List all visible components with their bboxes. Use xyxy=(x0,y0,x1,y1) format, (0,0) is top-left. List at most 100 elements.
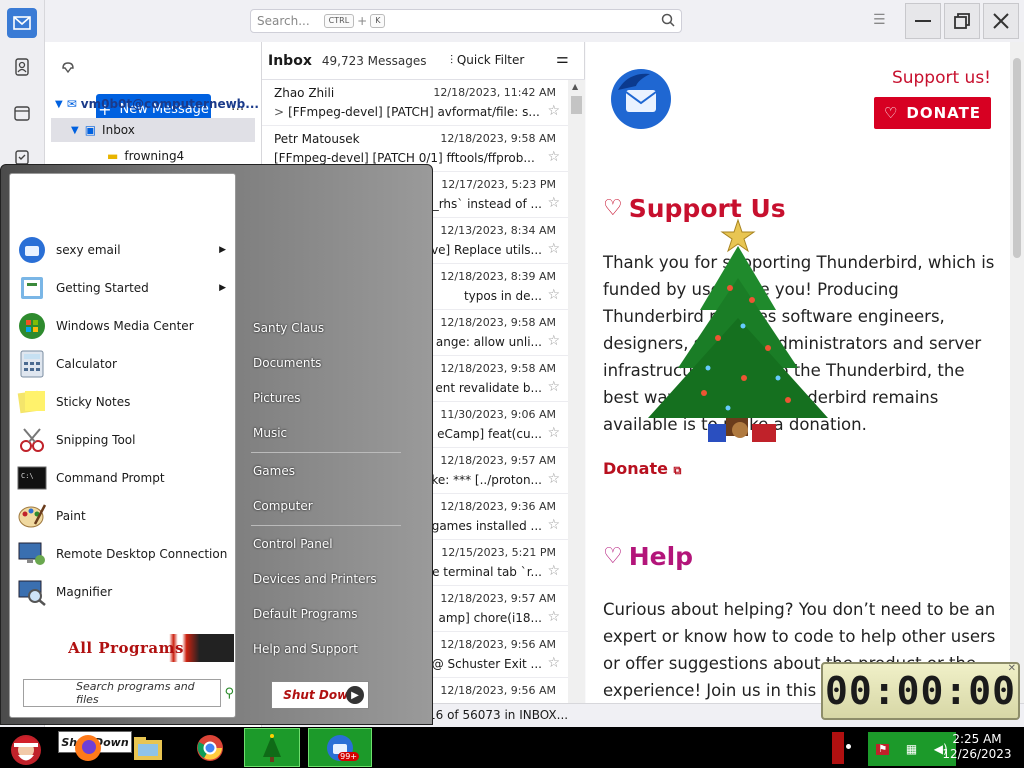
star-icon[interactable]: ☆ xyxy=(547,333,560,349)
program-snipping-tool[interactable]: Snipping Tool xyxy=(16,422,232,458)
inbox-icon: ▣ xyxy=(84,123,97,137)
start-search-input[interactable]: Search programs and files ⚲ xyxy=(23,679,234,707)
scrollbar-thumb[interactable] xyxy=(1013,58,1021,258)
start-button[interactable] xyxy=(4,728,48,768)
search-icon[interactable]: ⚲ xyxy=(224,686,234,701)
scrollbar-thumb[interactable] xyxy=(571,96,582,114)
folder-inbox[interactable]: ▼ ▣ Inbox xyxy=(51,118,255,142)
place-games[interactable]: Games xyxy=(253,464,295,478)
program-label: Windows Media Center xyxy=(56,319,194,333)
calendar-space-button[interactable] xyxy=(7,98,37,128)
place-documents[interactable]: Documents xyxy=(253,356,321,370)
star-icon[interactable]: ☆ xyxy=(547,149,560,165)
taskbar-clock[interactable]: 2:25 AM 12/26/2023 xyxy=(942,732,1012,762)
title-bar: Search... CTRL + K ☰ xyxy=(45,0,1024,42)
network-icon[interactable]: ▦ xyxy=(906,742,917,756)
firefox-taskbar-button[interactable] xyxy=(70,728,106,767)
calculator-icon xyxy=(16,348,48,380)
command-prompt-icon: C:\ xyxy=(16,462,48,494)
message-date: 12/18/2023, 11:42 AM xyxy=(433,86,556,99)
shutdown-button[interactable]: Shut Down ▶ xyxy=(271,681,369,709)
place-devices-and-printers[interactable]: Devices and Printers xyxy=(253,572,377,586)
address-book-space-button[interactable] xyxy=(7,52,37,82)
quick-filter-button[interactable]: ⫶ Quick Filter xyxy=(450,53,524,68)
program-remote-desktop[interactable]: Remote Desktop Connection xyxy=(16,536,232,572)
account-row[interactable]: ▼ ✉ vm0b0t@computernewb... xyxy=(51,92,259,116)
program-command-prompt[interactable]: C:\ Command Prompt xyxy=(16,460,232,496)
support-us-link[interactable]: Support us! xyxy=(892,68,991,88)
christmas-tree-image xyxy=(648,218,840,448)
helping-hands-icon: ♡ xyxy=(603,544,623,569)
place-control-panel[interactable]: Control Panel xyxy=(253,537,333,551)
message-sender: Petr Matousek xyxy=(274,132,360,146)
star-icon[interactable]: ☆ xyxy=(547,195,560,211)
app-menu-icon[interactable]: ☰ xyxy=(873,12,889,28)
reading-pane-scrollbar[interactable] xyxy=(1010,42,1024,703)
chevron-down-icon: ▼ xyxy=(71,124,79,136)
shortcut-k-key: K xyxy=(370,14,386,28)
message-list-scrollbar[interactable]: ▲ ▼ xyxy=(568,80,585,720)
message-date: 12/18/2023, 8:39 AM xyxy=(440,270,556,283)
star-icon[interactable]: ☆ xyxy=(547,103,560,119)
message-row[interactable]: Zhao Zhili 12/18/2023, 11:42 AM > [FFmpeg-d… xyxy=(262,80,568,126)
star-icon[interactable]: ☆ xyxy=(547,287,560,303)
folder-label: frowning4 xyxy=(124,149,185,163)
star-icon[interactable]: ☆ xyxy=(547,655,560,671)
scroll-up-arrow-icon[interactable]: ▲ xyxy=(572,82,578,91)
star-icon[interactable]: ☆ xyxy=(547,425,560,441)
restore-button[interactable] xyxy=(944,3,980,39)
external-link-icon: ⧉ xyxy=(673,464,682,477)
donate-link[interactable]: Donate ⧉ xyxy=(603,459,681,478)
program-sticky-notes[interactable]: Sticky Notes xyxy=(16,384,232,420)
heart-outline-icon: ♡ xyxy=(603,196,623,221)
minimize-button[interactable] xyxy=(905,3,941,39)
program-magnifier[interactable]: Magnifier xyxy=(16,574,232,610)
program-label: sexy email xyxy=(56,243,121,257)
calendar-icon xyxy=(14,106,30,121)
xmas-tree-taskbar-button[interactable] xyxy=(244,728,300,767)
place-pictures[interactable]: Pictures xyxy=(253,391,301,405)
program-getting-started[interactable]: Getting Started ▶ xyxy=(16,270,232,306)
place-default-programs[interactable]: Default Programs xyxy=(253,607,358,621)
donate-button[interactable]: ♡ DONATE xyxy=(874,97,991,129)
star-icon[interactable]: ☆ xyxy=(547,609,560,625)
place-computer[interactable]: Computer xyxy=(253,499,313,513)
program-windows-media-center[interactable]: Windows Media Center xyxy=(16,308,232,344)
close-button[interactable] xyxy=(983,3,1019,39)
folder-icon: ▬ xyxy=(107,149,119,163)
thunderbird-icon xyxy=(16,234,48,266)
get-messages-icon[interactable] xyxy=(60,59,76,79)
place-help-and-support[interactable]: Help and Support xyxy=(253,642,358,656)
program-calculator[interactable]: Calculator xyxy=(16,346,232,382)
place-music[interactable]: Music xyxy=(253,426,287,440)
all-programs-button[interactable]: All Programs xyxy=(18,634,234,662)
program-sexy-email[interactable]: sexy email ▶ xyxy=(16,232,232,268)
magnifier-icon xyxy=(16,576,48,608)
message-date: 12/18/2023, 9:58 AM xyxy=(440,362,556,375)
sticky-notes-icon xyxy=(16,386,48,418)
getting-started-icon xyxy=(16,272,48,304)
star-icon[interactable]: ☆ xyxy=(547,517,560,533)
chrome-taskbar-button[interactable] xyxy=(192,728,228,767)
star-icon[interactable]: ☆ xyxy=(547,563,560,579)
mail-space-button[interactable] xyxy=(7,8,37,38)
global-search-input[interactable]: Search... CTRL + K xyxy=(250,9,682,33)
thunderbird-taskbar-button[interactable]: 99+ xyxy=(308,728,372,767)
shutdown-options-arrow-icon[interactable]: ▶ xyxy=(346,686,364,704)
timer-widget[interactable]: 00:00:00 ✕ xyxy=(821,662,1020,720)
program-paint[interactable]: Paint xyxy=(16,498,232,534)
place-santy-claus[interactable]: Santy Claus xyxy=(253,321,324,335)
taskbar: Shut Down 99+ ⚑ ▦ ◀) 2:25 AM 12/26/2023 xyxy=(0,727,1024,768)
message-subject: [FFmpeg-devel] [PATCH 0/1] fftools/ffpro… xyxy=(274,151,535,165)
inbox-label: Inbox xyxy=(102,123,135,137)
file-explorer-taskbar-button[interactable] xyxy=(130,728,166,767)
action-center-icon[interactable]: ⚑ xyxy=(876,743,890,755)
star-icon[interactable]: ☆ xyxy=(547,241,560,257)
donate-button-label: DONATE xyxy=(906,104,982,122)
close-icon xyxy=(993,13,1009,29)
star-icon[interactable]: ☆ xyxy=(547,379,560,395)
star-icon[interactable]: ☆ xyxy=(547,471,560,487)
tray-dot-icon[interactable] xyxy=(846,744,851,749)
display-options-icon[interactable]: ⚌ xyxy=(556,51,569,67)
close-icon[interactable]: ✕ xyxy=(1008,663,1016,674)
